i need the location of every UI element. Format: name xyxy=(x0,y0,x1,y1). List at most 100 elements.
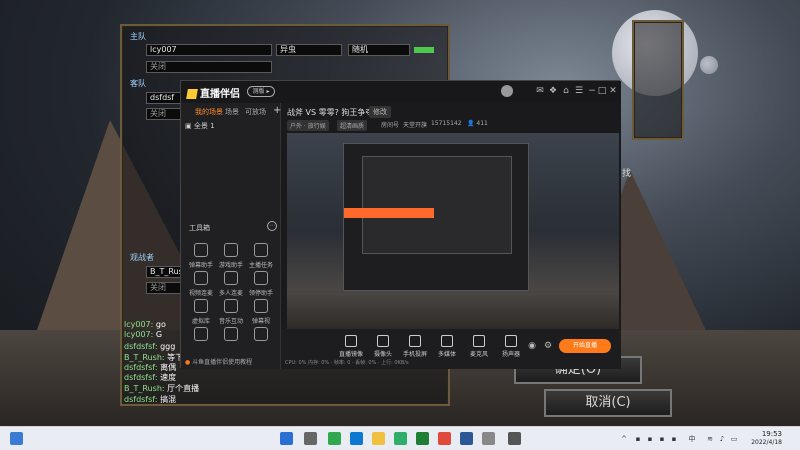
mail-icon[interactable]: ✉ xyxy=(535,86,545,96)
race-select[interactable]: 异虫 xyxy=(276,44,342,56)
menu-icon[interactable]: ☰ xyxy=(574,86,584,96)
tab-my-scenes[interactable]: 我的场景 xyxy=(195,107,223,117)
excel-icon[interactable] xyxy=(416,432,429,445)
player-slot[interactable]: dsfdsf xyxy=(146,92,182,104)
edge-icon[interactable] xyxy=(350,432,363,445)
input-method-icon[interactable]: 中 xyxy=(688,435,696,443)
tool-video-link[interactable]: 视频连麦 xyxy=(187,271,215,297)
tool-game-assistant[interactable]: 游戏助手 xyxy=(217,243,245,269)
title-bar: 直播伴侣 测版 ▸ ✉ ❖ ⌂ ☰ − □ ✕ xyxy=(181,81,621,103)
chat-line: dsfdsfsf: 搞混 xyxy=(124,395,177,404)
button-label: 多媒体 xyxy=(437,351,456,358)
chat-msg: G xyxy=(155,330,163,339)
volume-icon[interactable]: ♪ xyxy=(718,435,726,443)
category-select[interactable]: 户外 · 旅行娱 xyxy=(287,120,329,131)
shirt-icon[interactable]: ⌂ xyxy=(561,86,571,96)
tool-host-task[interactable]: 主播任务 xyxy=(247,243,275,269)
scene-item[interactable]: ▣ 全景 1 xyxy=(185,121,215,131)
version-badge[interactable]: 测版 ▸ xyxy=(247,86,275,97)
app-icon-3[interactable] xyxy=(438,432,451,445)
tray-icon[interactable]: ▪ xyxy=(634,435,642,443)
tray-icon[interactable]: ▪ xyxy=(646,435,654,443)
tool-stop-assistant[interactable]: 领停助手 xyxy=(247,271,275,297)
avatar[interactable] xyxy=(501,85,513,97)
tool-multi-link[interactable]: 多人连麦 xyxy=(217,271,245,297)
chevron-up-icon[interactable]: ^ xyxy=(620,435,628,443)
tool-danmu-assistant[interactable]: 弹幕助手 xyxy=(187,243,215,269)
viewer-number: 411 xyxy=(476,120,488,127)
player-slot[interactable]: 关闭 xyxy=(146,108,182,120)
record-icon[interactable]: ◉ xyxy=(527,341,537,351)
app-icon-4[interactable] xyxy=(482,432,495,445)
team1-label: 主队 xyxy=(130,32,146,41)
media-button[interactable]: 多媒体 xyxy=(433,335,461,358)
tool-music[interactable]: 音乐互动 xyxy=(217,299,245,325)
tab-sources[interactable]: 可放场 xyxy=(245,107,266,117)
edit-title-button[interactable]: 修改 xyxy=(369,106,391,118)
settings-icon[interactable]: ⚙ xyxy=(543,341,553,351)
tray-icon[interactable]: ▪ xyxy=(670,435,678,443)
player-slot[interactable]: lcy007 xyxy=(146,44,272,56)
small-moon-image xyxy=(700,56,718,74)
player-slot[interactable]: 关闭 xyxy=(146,61,272,73)
maximize-icon[interactable]: □ xyxy=(597,86,607,96)
word-icon[interactable] xyxy=(460,432,473,445)
microphone-icon xyxy=(473,335,485,347)
stream-preview[interactable] xyxy=(287,133,619,329)
chat-line: lcy007: go xyxy=(124,320,166,329)
tab-scenes[interactable]: 场景 xyxy=(225,107,239,117)
app-icon-1[interactable] xyxy=(328,432,341,445)
position-select[interactable]: 随机 xyxy=(348,44,410,56)
streaming-app-window: 直播伴侣 测版 ▸ ✉ ❖ ⌂ ☰ − □ ✕ 我的场景 场景 可放场 + ▣ … xyxy=(180,80,621,369)
chat-msg: 搞混 xyxy=(160,395,177,404)
wifi-icon xyxy=(224,327,238,341)
streaming-app-icon[interactable] xyxy=(508,432,521,445)
tool-extra[interactable] xyxy=(247,327,275,344)
chat-line: B_T_Rush: 厅个直播 xyxy=(124,384,200,393)
clock-time[interactable]: 19:53 xyxy=(762,430,782,438)
more-icon[interactable]: ⋯ xyxy=(267,221,277,231)
battery-icon[interactable]: ▭ xyxy=(730,435,738,443)
tool-label: 弹幕助手 xyxy=(188,262,213,269)
search-icon[interactable] xyxy=(304,432,317,445)
tutorial-link[interactable]: ● 斗鱼直播伴侣使用教程 xyxy=(185,357,252,366)
microphone-button[interactable]: 麦克风 xyxy=(465,335,493,358)
widgets-icon[interactable] xyxy=(10,432,23,445)
start-live-button[interactable]: 开始直播 xyxy=(559,339,611,353)
tool-virtual[interactable]: 虚拟库 xyxy=(187,299,215,325)
minimize-icon[interactable]: − xyxy=(587,86,597,96)
speaker-button[interactable]: 扬声器 xyxy=(497,335,525,358)
chat-line: lcy007: G xyxy=(124,330,163,339)
cancel-button[interactable]: 取消(C) xyxy=(544,389,672,417)
bottom-toolbar: 直播镜像 摄像头 手机投屏 多媒体 麦克风 扬声器 ◉ ⚙ 开始直播 CPU: … xyxy=(281,329,621,369)
camera-button[interactable]: 摄像头 xyxy=(369,335,397,358)
gift-icon[interactable]: ❖ xyxy=(548,86,558,96)
app-logo-text: 直播伴侣 xyxy=(200,89,240,100)
clock-date[interactable]: 2022/4/18 xyxy=(751,439,782,446)
observer-slot[interactable]: 关闭 xyxy=(146,282,182,294)
viewer-count: 👤 411 xyxy=(467,120,488,127)
chat-name: B_T_Rush xyxy=(124,353,162,362)
folder-icon[interactable] xyxy=(372,432,385,445)
tray-icon[interactable]: ▪ xyxy=(658,435,666,443)
tool-label: 虚拟库 xyxy=(191,318,210,325)
mirror-button[interactable]: 直播镜像 xyxy=(337,335,365,358)
phone-cast-button[interactable]: 手机投屏 xyxy=(401,335,429,358)
phone-icon xyxy=(409,335,421,347)
windows-start-icon[interactable] xyxy=(280,432,293,445)
quality-select[interactable]: 超清画质 xyxy=(337,120,368,131)
speaker-icon xyxy=(505,335,517,347)
tool-extra[interactable] xyxy=(187,327,215,344)
wifi-icon[interactable]: ≋ xyxy=(706,435,714,443)
scene-name: 全景 1 xyxy=(193,122,215,130)
app-icon-2[interactable] xyxy=(394,432,407,445)
chat-msg: 离偶 xyxy=(160,363,177,372)
close-icon[interactable]: ✕ xyxy=(608,86,618,96)
logo-icon xyxy=(186,89,198,99)
media-icon xyxy=(441,335,453,347)
button-label: 摄像头 xyxy=(373,351,392,358)
tool-danmu-view[interactable]: 弹幕视 xyxy=(247,299,275,325)
tool-extra[interactable] xyxy=(217,327,245,344)
status-line: CPU: 0% 内存: 0% · 帧率: 0 · 丢帧: 0% · 上行: 0K… xyxy=(285,360,409,366)
observer-slot[interactable]: B_T_Rus xyxy=(146,266,183,278)
